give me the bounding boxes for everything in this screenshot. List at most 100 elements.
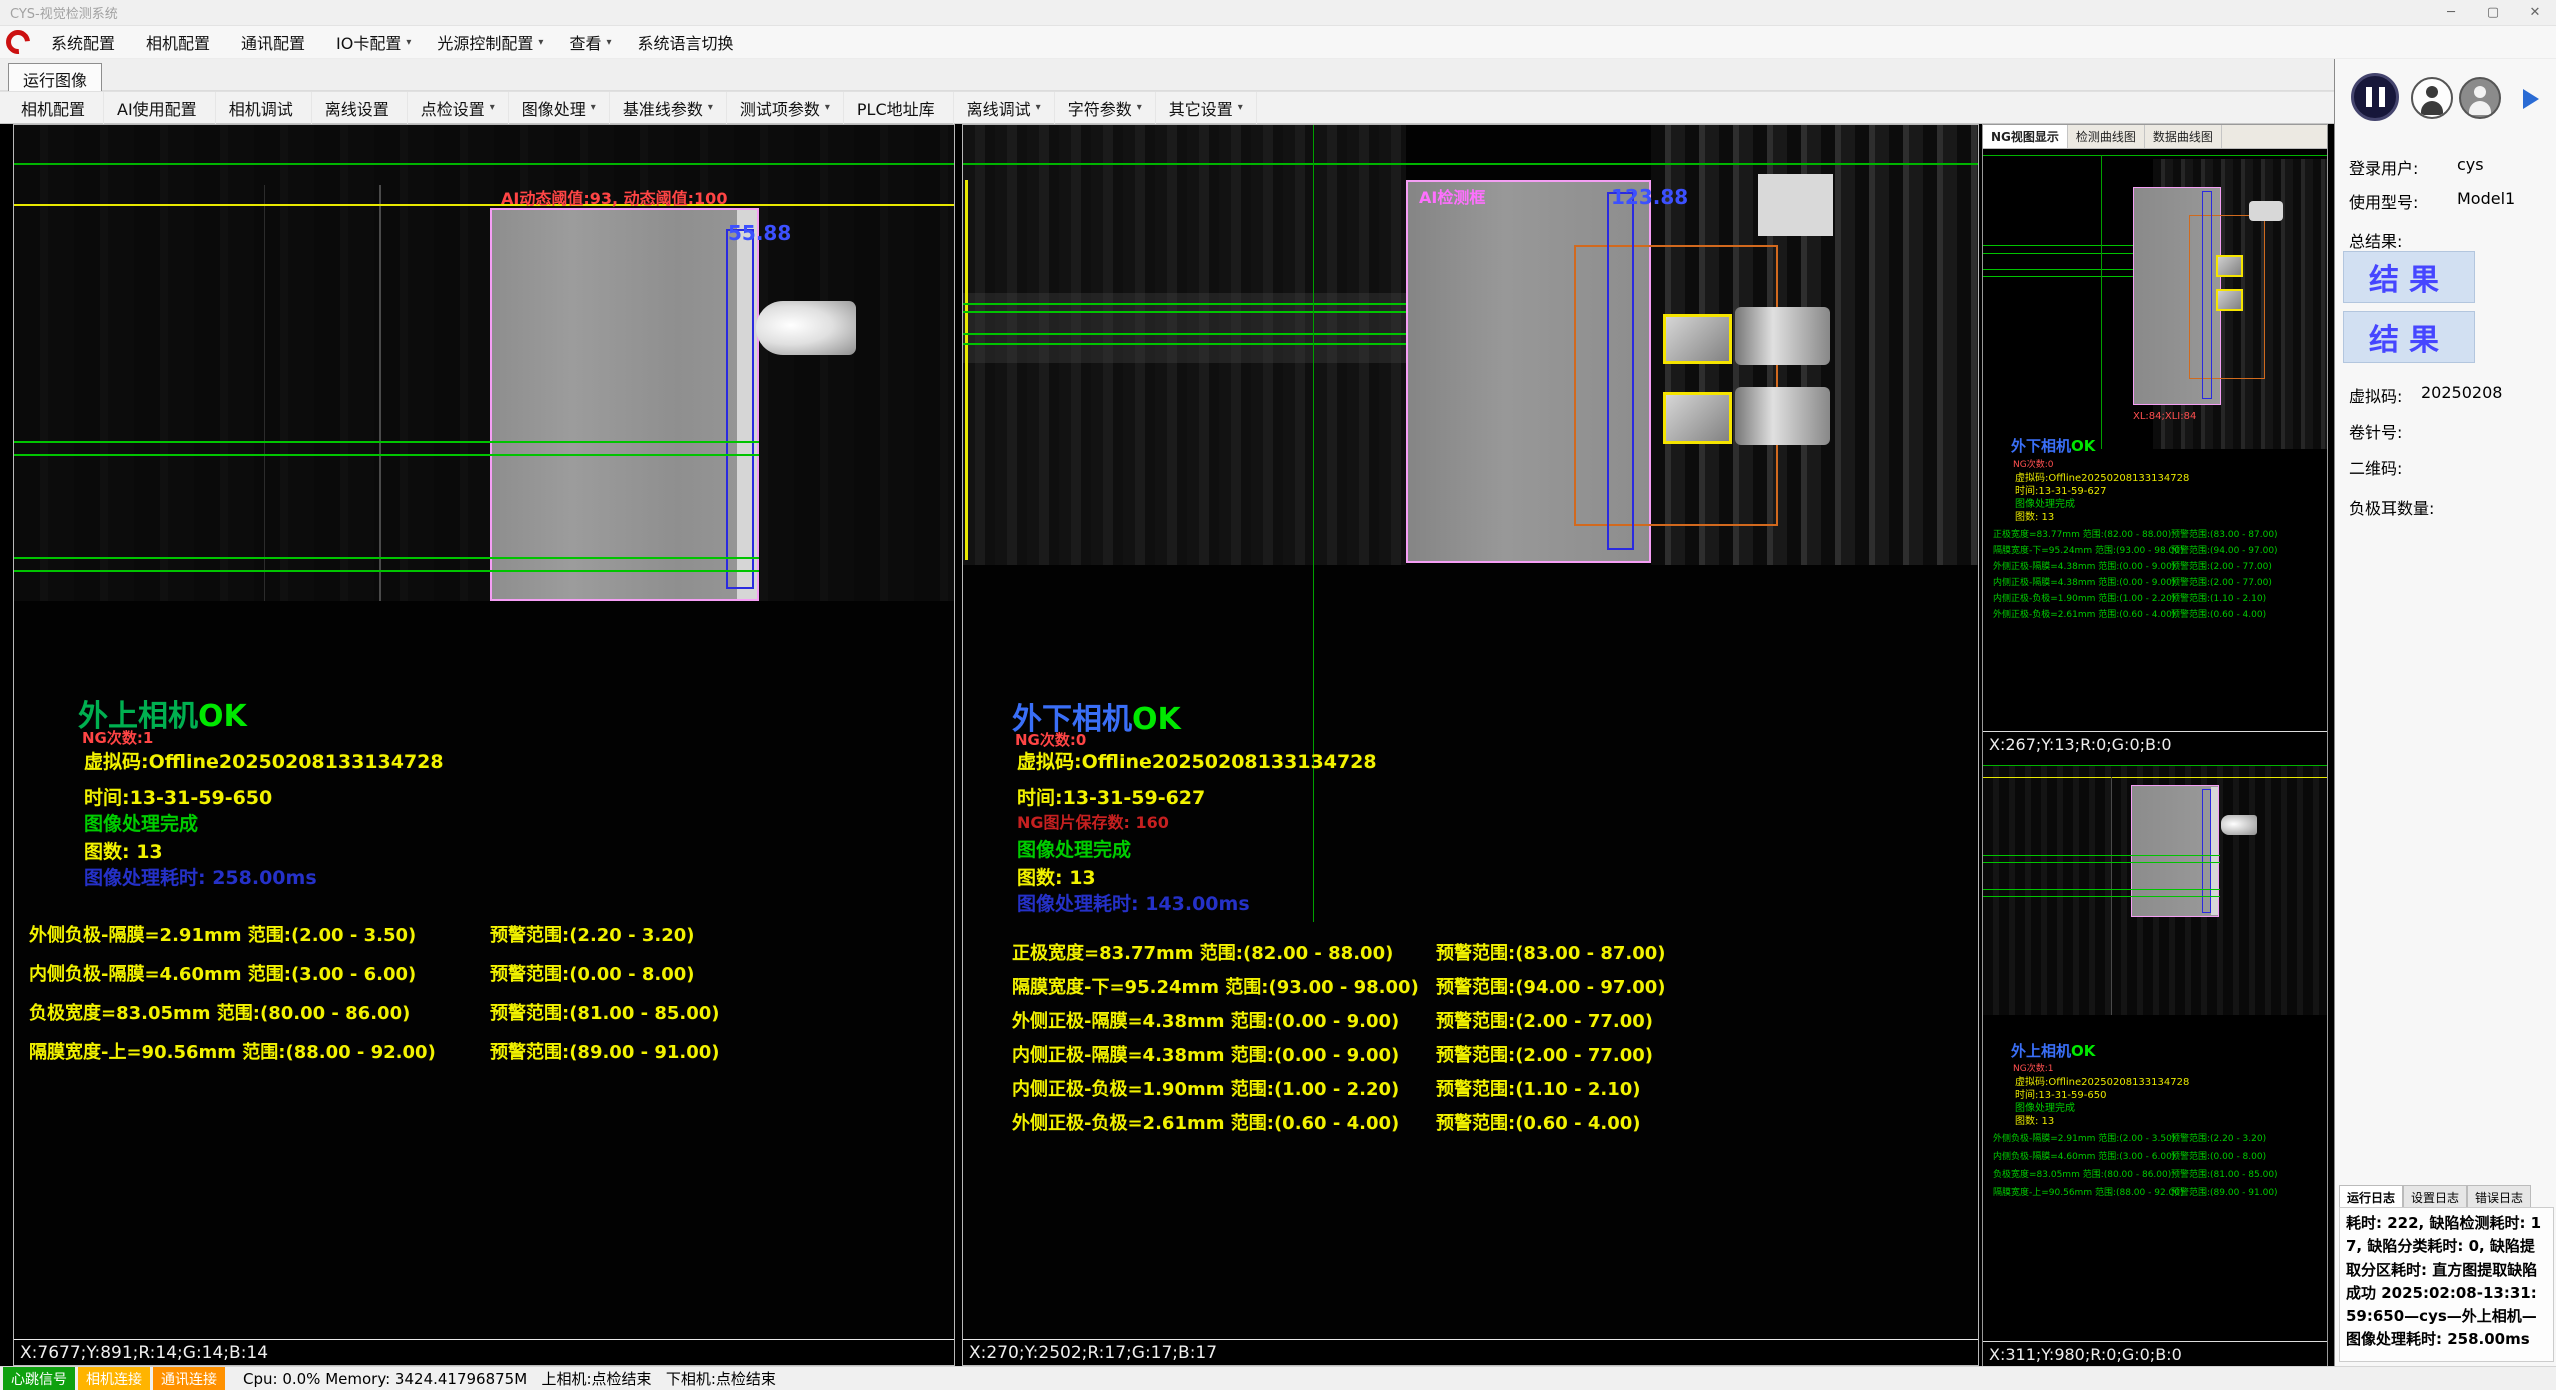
measurement-warn: 预警范围:(1.10 - 2.10) xyxy=(2171,591,2266,604)
pause-button[interactable] xyxy=(2351,73,2399,121)
ng-panel-tabs: NG视图显示 检测曲线图 数据曲线图 xyxy=(1983,125,2327,149)
measurement-text: 隔膜宽度-下=95.24mm 范围:(93.00 - 98.00) xyxy=(1012,973,1419,999)
menu-item-label: 系统语言切换 xyxy=(638,30,734,54)
system-info-text: Cpu: 0.0% Memory: 3424.41796875M 上相机:点检结… xyxy=(243,1368,776,1389)
maximize-button[interactable]: ▢ xyxy=(2472,0,2514,26)
camera-image-texture xyxy=(14,125,954,601)
menu-item[interactable]: 系统语言切换 xyxy=(625,26,752,58)
roi-rect-blue xyxy=(2202,191,2212,399)
frame-count-text: 图数: 13 xyxy=(1017,863,1096,890)
toolbar-item[interactable]: 测试项参数▾ xyxy=(727,92,844,124)
menu-item[interactable]: 查看▾ xyxy=(556,26,624,58)
ng-thumbnail-upper[interactable]: 外上相机OK NG次数:1 虚拟码:Offline202502081331347… xyxy=(1983,757,2327,1341)
user-icon xyxy=(2421,101,2443,115)
measure-line-green xyxy=(1983,896,2220,897)
pixel-status-line: X:267;Y:13;R:0;G:0;B:0 xyxy=(1983,731,2327,757)
camera-result-heading: 外上相机OK xyxy=(2011,1040,2095,1061)
camera-result: OK xyxy=(2071,1042,2095,1060)
lower-camera-view[interactable]: AI检测框 123.88 外下相机OK NG次数:0 虚拟码:Offline20… xyxy=(962,124,1979,1366)
toolbar-item[interactable]: 其它设置▾ xyxy=(1156,92,1257,124)
menu-item[interactable]: IO卡配置▾ xyxy=(323,26,424,58)
tab-settings-log[interactable]: 设置日志 xyxy=(2403,1185,2467,1209)
measurement-text: 隔膜宽度-下=95.24mm 范围:(93.00 - 98.00) xyxy=(1993,543,2184,556)
menu-item[interactable]: 光源控制配置▾ xyxy=(424,26,556,58)
menu-item[interactable]: 相机配置 xyxy=(133,26,228,58)
measurement-text: 隔膜宽度-上=90.56mm 范围:(88.00 - 92.00) xyxy=(1993,1185,2184,1198)
measurement-text: 外侧正极-隔膜=4.38mm 范围:(0.00 - 9.00) xyxy=(1012,1007,1399,1033)
toolbar-item-label: 相机调试 xyxy=(229,96,293,120)
menu-bar: 系统配置 相机配置通讯配置IO卡配置▾光源控制配置▾查看▾ 系统语言切换 xyxy=(0,26,2556,59)
measurement-text: 内侧负极-隔膜=4.60mm 范围:(3.00 - 6.00) xyxy=(1993,1149,2175,1162)
upper-camera-view[interactable]: AI动态阈值:93, 动态阈值:100 55.88 外上相机OK NG次数:1 … xyxy=(13,124,955,1366)
tab-detect-curve[interactable]: 检测曲线图 xyxy=(2068,125,2145,148)
tab-run-log[interactable]: 运行日志 xyxy=(2339,1185,2403,1209)
electrode-region xyxy=(490,208,759,601)
time-text: 时间:13-31-59-650 xyxy=(84,783,272,810)
toolbar-item[interactable]: AI使用配置 xyxy=(104,92,216,124)
toolbar-item[interactable]: 离线调试▾ xyxy=(954,92,1055,124)
measure-line-green xyxy=(1983,245,2153,246)
user-settings-button[interactable] xyxy=(2459,77,2501,119)
menu-items: 系统配置 相机配置通讯配置IO卡配置▾光源控制配置▾查看▾ 系统语言切换 xyxy=(38,26,752,58)
measurement-warn: 预警范围:(2.20 - 3.20) xyxy=(2171,1131,2266,1144)
measurement-warn: 预警范围:(89.00 - 91.00) xyxy=(2171,1185,2278,1198)
chevron-down-icon: ▾ xyxy=(1137,102,1142,113)
defect-box-yellow xyxy=(2216,255,2243,277)
toolbar-item[interactable]: 基准线参数▾ xyxy=(610,92,727,124)
toolbar-item[interactable]: 点检设置▾ xyxy=(408,92,509,124)
log-tabs: 运行日志 设置日志 错误日志 xyxy=(2339,1185,2531,1209)
model-select[interactable]: Model1 xyxy=(2457,189,2515,208)
user-icon xyxy=(2469,101,2491,115)
control-panel: 登录用户: cys 使用型号: Model1 总结果: 结果 结果 虚拟码: 2… xyxy=(2334,59,2556,1366)
roi-rect-blue xyxy=(726,229,754,589)
toolbar-item[interactable]: 离线设置 xyxy=(312,92,408,124)
toolbar-item-label: 点检设置 xyxy=(421,96,485,120)
tab-ng-view[interactable]: NG视图显示 xyxy=(1983,125,2068,148)
metal-tab-blob xyxy=(1735,387,1830,445)
roll-pin-label: 卷针号: xyxy=(2349,419,2402,443)
login-user-value: cys xyxy=(2457,155,2484,174)
toolbar-item[interactable]: 相机调试 xyxy=(216,92,312,124)
tab-error-log[interactable]: 错误日志 xyxy=(2467,1185,2531,1209)
measure-line-green xyxy=(963,311,1418,313)
collapse-panel-button[interactable] xyxy=(2523,83,2553,115)
anode-tab-count-label: 负极耳数量: xyxy=(2349,495,2434,519)
minimize-button[interactable]: ─ xyxy=(2430,0,2472,26)
toolbar-item-label: PLC地址库 xyxy=(857,96,935,120)
measurement-text: 内侧负极-隔膜=4.60mm 范围:(3.00 - 6.00) xyxy=(29,960,416,986)
main-area: AI动态阈值:93, 动态阈值:100 55.88 外上相机OK NG次数:1 … xyxy=(0,124,2334,1366)
ng-thumbnail-lower[interactable]: XL:84;XLI:84 外下相机OK NG次数:0 虚拟码:Offline20… xyxy=(1983,149,2327,731)
measurement-warn: 预警范围:(0.00 - 8.00) xyxy=(2171,1149,2266,1162)
pause-icon xyxy=(2366,87,2372,107)
menu-item[interactable]: 通讯配置 xyxy=(228,26,323,58)
frame-count-text: 图数: 13 xyxy=(84,837,163,864)
measurement-warn: 预警范围:(1.10 - 2.10) xyxy=(1436,1075,1640,1101)
user-button[interactable] xyxy=(2411,77,2453,119)
ng-note-text: XL:84;XLI:84 xyxy=(2133,411,2196,422)
menu-item[interactable]: 系统配置 xyxy=(38,26,133,58)
log-text[interactable]: 耗时: 222, 缺陷检测耗时: 17, 缺陷分类耗时: 0, 缺陷提取分区耗时… xyxy=(2339,1207,2554,1362)
chevron-down-icon: ▾ xyxy=(825,102,830,113)
baseline-green xyxy=(963,163,1978,165)
app-logo-icon xyxy=(1,25,35,59)
toolbar-item[interactable]: 图像处理▾ xyxy=(509,92,610,124)
measurement-warn: 预警范围:(94.00 - 97.00) xyxy=(1436,973,1666,999)
roi-rect-blue xyxy=(1607,192,1634,550)
measurement-warn: 预警范围:(94.00 - 97.00) xyxy=(2171,543,2278,556)
measurement-warn: 预警范围:(2.00 - 77.00) xyxy=(2171,559,2272,572)
menu-item-label: 相机配置 xyxy=(146,30,210,54)
measure-line-green xyxy=(1983,253,2153,254)
baseline-green xyxy=(1983,155,2327,156)
toolbar-item[interactable]: 相机配置 xyxy=(8,92,104,124)
toolbar-item[interactable]: PLC地址库 xyxy=(844,92,954,124)
bright-block xyxy=(1758,174,1833,236)
measure-line-green xyxy=(1983,889,2220,890)
measure-line-green xyxy=(1983,862,2220,863)
measurement-warn: 预警范围:(81.00 - 85.00) xyxy=(490,999,720,1025)
toolbar-item[interactable]: 字符参数▾ xyxy=(1055,92,1156,124)
defect-box-yellow xyxy=(1663,314,1732,364)
close-button[interactable]: ✕ xyxy=(2514,0,2556,26)
ai-threshold-text: AI动态阈值:93, 动态阈值:100 xyxy=(501,185,727,209)
tab-data-curve[interactable]: 数据曲线图 xyxy=(2145,125,2222,148)
menu-item-label: 系统配置 xyxy=(51,30,115,54)
